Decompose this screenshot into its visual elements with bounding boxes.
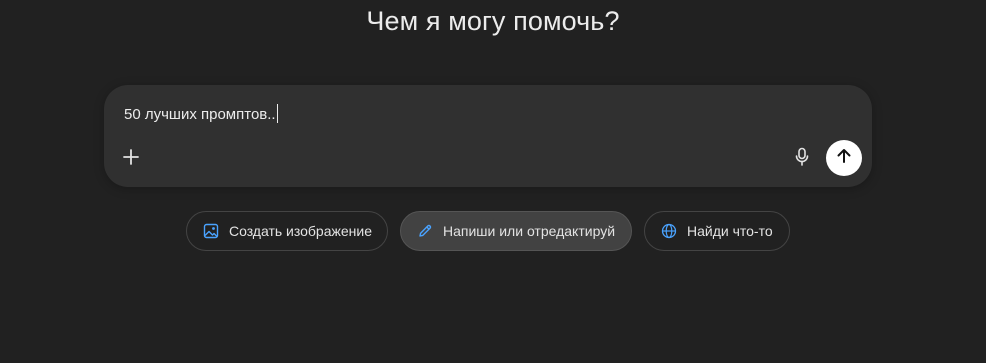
add-attachment-button[interactable]: [118, 146, 144, 172]
image-icon: [202, 222, 220, 240]
send-button[interactable]: [826, 140, 862, 176]
suggestion-label: Напиши или отредактируй: [443, 223, 616, 239]
prompt-input-value: 50 лучших промптов..: [124, 106, 276, 123]
suggestion-label: Создать изображение: [228, 223, 372, 239]
arrow-up-icon: [835, 147, 853, 170]
suggestion-write-or-edit[interactable]: Напиши или отредактируй: [400, 211, 632, 251]
suggestion-create-image[interactable]: Создать изображение: [186, 211, 388, 251]
microphone-icon: [794, 147, 810, 172]
globe-icon: [660, 222, 678, 240]
page-title: Чем я могу помочь?: [366, 6, 620, 36]
text-caret: [276, 104, 278, 123]
suggestion-label: Найди что-то: [687, 223, 773, 239]
plus-icon: [122, 148, 140, 171]
pen-icon: [416, 222, 434, 240]
prompt-composer: 50 лучших промптов..: [104, 85, 872, 187]
suggestion-find-something[interactable]: Найди что-то: [644, 211, 790, 251]
prompt-input[interactable]: 50 лучших промптов..: [124, 104, 278, 125]
voice-input-button[interactable]: [790, 146, 814, 172]
